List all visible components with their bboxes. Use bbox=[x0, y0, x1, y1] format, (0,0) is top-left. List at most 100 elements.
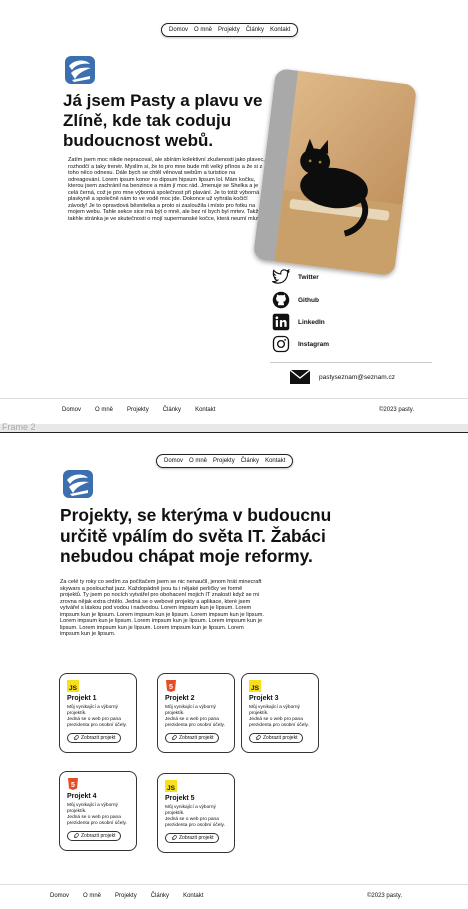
show-project-button[interactable]: Zobrazit projekt bbox=[67, 831, 122, 842]
email-link[interactable]: pastyseznam@seznam.cz bbox=[290, 370, 395, 384]
projects-title-line: Projekty, se kterýma v budoucnu bbox=[60, 505, 332, 525]
top-nav: Domov O mně Projekty Články Kontakt bbox=[161, 23, 299, 37]
javascript-icon: JS bbox=[67, 680, 79, 692]
instagram-icon bbox=[272, 335, 290, 353]
top-nav: Domov O mně Projekty Články Kontakt bbox=[156, 454, 294, 468]
social-label: Github bbox=[298, 296, 319, 304]
about-title-line: budoucnost webů. bbox=[63, 131, 214, 151]
project-desc-line: Jedná se o web pro pana prezidenta pro o… bbox=[165, 816, 225, 828]
footer-link-home[interactable]: Domov bbox=[50, 893, 69, 899]
nav-about[interactable]: O mně bbox=[189, 458, 207, 464]
project-card: 5 Projekt 2 Můj vynikající a výborný pro… bbox=[157, 673, 235, 754]
project-description: Můj vynikající a výborný projektík. Jedn… bbox=[249, 705, 311, 728]
footer-link-projects[interactable]: Projekty bbox=[127, 407, 149, 413]
logo-icon bbox=[63, 470, 93, 498]
nav-articles[interactable]: Články bbox=[246, 27, 264, 33]
project-desc-line: Můj vynikající a výborný projektík. bbox=[165, 805, 216, 816]
show-project-button[interactable]: Zobrazit projekt bbox=[249, 733, 304, 744]
nav-contact[interactable]: Kontakt bbox=[270, 27, 290, 33]
projects-title: Projekty, se kterýma v budoucnu určitě v… bbox=[60, 505, 331, 567]
project-card: 5 Projekt 4 Můj vynikající a výborný pro… bbox=[59, 771, 137, 852]
about-title: Já jsem Pasty a plavu ve Zlíně, kde tak … bbox=[63, 91, 262, 151]
footer-link-articles[interactable]: Články bbox=[151, 893, 169, 899]
linkedin-icon bbox=[272, 313, 290, 331]
project-description: Můj vynikající a výborný projektík. Jedn… bbox=[165, 805, 227, 828]
footer-link-articles[interactable]: Články bbox=[163, 407, 181, 413]
projects-frame: Domov O mně Projekty Články Kontakt Proj… bbox=[0, 432, 468, 909]
social-twitter[interactable]: Twitter bbox=[272, 269, 319, 285]
social-label: Instagram bbox=[298, 340, 330, 348]
svg-text:5: 5 bbox=[169, 684, 173, 691]
rocket-icon bbox=[171, 735, 177, 741]
project-card: JS Projekt 3 Můj vynikající a výborný pr… bbox=[241, 673, 319, 754]
show-project-label: Zobrazit projekt bbox=[179, 735, 214, 742]
html5-icon: 5 bbox=[68, 778, 78, 790]
show-project-button[interactable]: Zobrazit projekt bbox=[67, 733, 122, 744]
nav-home[interactable]: Domov bbox=[169, 27, 188, 33]
footer-link-contact[interactable]: Kontakt bbox=[195, 407, 215, 413]
show-project-button[interactable]: Zobrazit projekt bbox=[165, 833, 220, 844]
nav-contact[interactable]: Kontakt bbox=[265, 458, 285, 464]
social-linkedin[interactable]: LinkedIn bbox=[272, 313, 325, 331]
rocket-icon bbox=[171, 835, 177, 841]
footer-link-about[interactable]: O mně bbox=[83, 893, 101, 899]
email-address: pastyseznam@seznam.cz bbox=[319, 373, 395, 381]
projects-title-line: nebudou chápat moje reformy. bbox=[60, 546, 313, 567]
copyright: ©2023 pasty. bbox=[367, 893, 402, 899]
project-title: Projekt 3 bbox=[249, 695, 279, 702]
rocket-icon bbox=[73, 735, 79, 741]
nav-about[interactable]: O mně bbox=[194, 27, 212, 33]
nav-projects[interactable]: Projekty bbox=[213, 458, 235, 464]
about-title-line: Zlíně, kde tak coduju bbox=[63, 111, 232, 131]
social-github[interactable]: Github bbox=[272, 291, 319, 309]
show-project-label: Zobrazit projekt bbox=[81, 833, 116, 840]
frame-label: Frame 2 bbox=[2, 422, 36, 432]
footer-nav: Domov O mně Projekty Články Kontakt bbox=[50, 893, 203, 899]
project-description: Můj vynikající a výborný projektík. Jedn… bbox=[67, 803, 129, 826]
svg-text:5: 5 bbox=[71, 782, 75, 789]
github-icon bbox=[272, 291, 290, 309]
project-desc-line: Můj vynikající a výborný projektík. bbox=[67, 803, 118, 814]
project-description: Můj vynikající a výborný projektík. Jedn… bbox=[165, 705, 227, 728]
svg-text:JS: JS bbox=[167, 785, 176, 792]
frame-gap bbox=[0, 424, 468, 432]
footer-nav: Domov O mně Projekty Články Kontakt bbox=[62, 407, 215, 413]
project-desc-line: Jedná se o web pro pana prezidenta pro o… bbox=[249, 716, 309, 728]
social-label: Twitter bbox=[298, 273, 319, 281]
project-desc-line: Jedná se o web pro pana prezidenta pro o… bbox=[165, 716, 225, 728]
project-title: Projekt 4 bbox=[67, 793, 97, 800]
footer-link-about[interactable]: O mně bbox=[95, 407, 113, 413]
project-desc-line: Můj vynikající a výborný projektík. bbox=[67, 705, 118, 716]
divider bbox=[270, 362, 432, 363]
footer: Domov O mně Projekty Články Kontakt ©202… bbox=[0, 398, 468, 424]
footer-link-home[interactable]: Domov bbox=[62, 407, 81, 413]
projects-title-line: určitě vpálím do světa IT. Žabáci bbox=[60, 525, 326, 546]
logo-icon bbox=[65, 56, 95, 84]
html5-icon: 5 bbox=[166, 680, 176, 692]
twitter-icon bbox=[272, 269, 290, 284]
project-description: Můj vynikající a výborný projektík. Jedn… bbox=[67, 705, 129, 728]
cat-photo bbox=[252, 68, 418, 276]
rocket-icon bbox=[73, 833, 79, 839]
project-card: JS Projekt 5 Můj vynikající a výborný pr… bbox=[157, 773, 235, 854]
project-title: Projekt 5 bbox=[165, 795, 195, 802]
javascript-icon: JS bbox=[165, 780, 177, 792]
show-project-button[interactable]: Zobrazit projekt bbox=[165, 733, 220, 744]
nav-projects[interactable]: Projekty bbox=[218, 27, 240, 33]
cat-image bbox=[252, 68, 418, 276]
svg-text:JS: JS bbox=[251, 685, 260, 692]
footer-link-projects[interactable]: Projekty bbox=[115, 893, 137, 899]
footer: Domov O mně Projekty Články Kontakt ©202… bbox=[0, 884, 468, 909]
about-frame: Domov O mně Projekty Články Kontakt Já j… bbox=[0, 0, 468, 424]
project-desc-line: Můj vynikající a výborný projektík. bbox=[165, 705, 216, 716]
social-label: LinkedIn bbox=[298, 318, 325, 326]
mail-icon bbox=[290, 370, 310, 384]
svg-text:JS: JS bbox=[69, 685, 78, 692]
social-instagram[interactable]: Instagram bbox=[272, 335, 329, 353]
footer-link-contact[interactable]: Kontakt bbox=[183, 893, 203, 899]
project-title: Projekt 1 bbox=[67, 695, 97, 702]
javascript-icon: JS bbox=[249, 680, 261, 692]
show-project-label: Zobrazit projekt bbox=[81, 735, 116, 742]
nav-articles[interactable]: Články bbox=[241, 458, 259, 464]
nav-home[interactable]: Domov bbox=[164, 458, 183, 464]
